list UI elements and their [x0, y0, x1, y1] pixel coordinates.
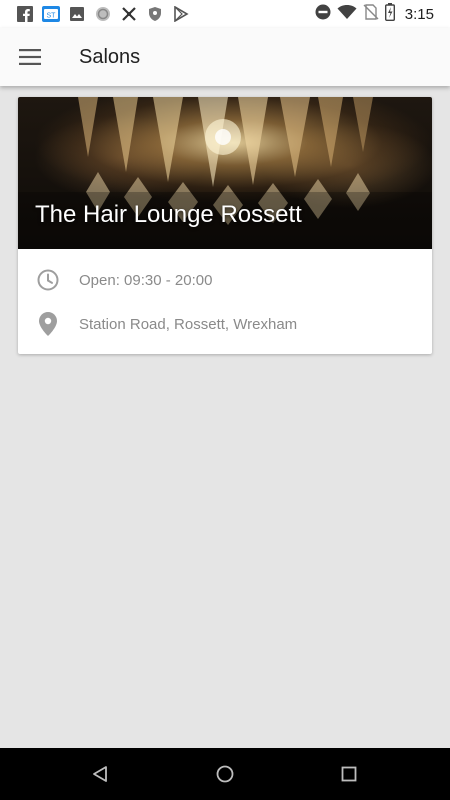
- shield-icon: [142, 4, 168, 24]
- svg-text:ST: ST: [47, 13, 57, 20]
- menu-button[interactable]: [0, 28, 60, 86]
- no-sim-icon: [363, 3, 379, 25]
- app-bar: Salons: [0, 28, 450, 86]
- home-icon: [216, 765, 234, 783]
- back-icon: [93, 766, 107, 782]
- clock-time: 3:15: [404, 5, 434, 23]
- facebook-icon: [12, 4, 38, 24]
- hamburger-menu-icon: [19, 49, 41, 65]
- back-button[interactable]: [88, 762, 112, 786]
- wifi-icon: [337, 4, 357, 25]
- home-button[interactable]: [213, 762, 237, 786]
- location-pin-icon: [36, 312, 60, 336]
- recents-button[interactable]: [337, 762, 361, 786]
- clock-icon: [36, 268, 60, 292]
- salon-address: Station Road, Rossett, Wrexham: [79, 315, 298, 333]
- salon-card[interactable]: The Hair Lounge Rossett Open: 09:30 - 20…: [18, 97, 432, 354]
- hours-row: Open: 09:30 - 20:00: [18, 260, 432, 300]
- no-signal-icon: [116, 4, 142, 24]
- notification-icons: ST: [0, 4, 194, 24]
- app-store-icon: ST: [38, 4, 64, 24]
- page-title: Salons: [79, 45, 141, 68]
- salon-image: The Hair Lounge Rossett: [18, 97, 432, 249]
- image-icon: [64, 4, 90, 24]
- address-row: Station Road, Rossett, Wrexham: [18, 304, 432, 344]
- battery-charging-icon: [384, 2, 395, 26]
- circle-icon: [90, 4, 116, 24]
- navigation-bar: [0, 748, 450, 800]
- opening-hours: Open: 09:30 - 20:00: [79, 271, 213, 289]
- status-bar: ST 3:15: [0, 0, 450, 28]
- salon-name: The Hair Lounge Rossett: [35, 201, 302, 228]
- do-not-disturb-icon: [315, 4, 331, 25]
- system-icons: 3:15: [315, 0, 434, 28]
- play-store-icon: [168, 4, 194, 24]
- recents-icon: [341, 766, 357, 782]
